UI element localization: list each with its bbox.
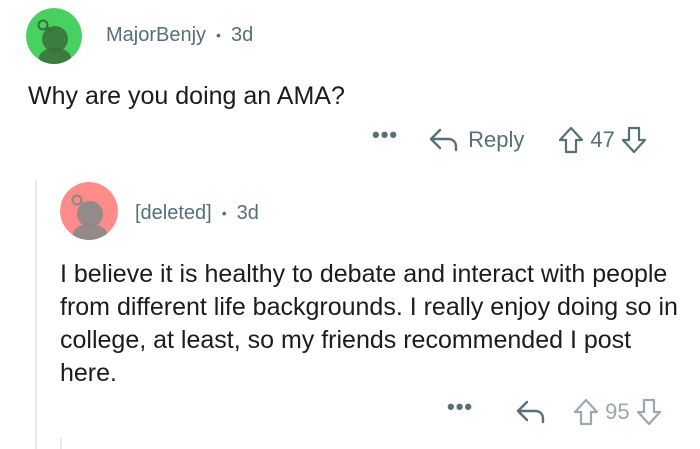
meta-separator: • [221, 204, 227, 221]
snoo-avatar-icon [60, 182, 118, 240]
meta-separator: • [216, 26, 221, 43]
avatar[interactable] [26, 8, 82, 64]
child-thread-line[interactable] [60, 438, 62, 449]
comment-meta: MajorBenjy • 3d [106, 24, 253, 47]
upvote-arrow-icon[interactable] [573, 398, 599, 426]
vote-score: 95 [605, 399, 630, 424]
more-options-button[interactable]: ••• [447, 394, 473, 420]
username[interactable]: [deleted] [135, 202, 212, 225]
comment-age: 3d [230, 24, 254, 46]
vote-control: 95 [573, 398, 661, 426]
comment-text: Why are you doing an AMA? [28, 82, 345, 110]
reply-meta: [deleted] • 3d [135, 202, 259, 225]
top-comment: MajorBenjy • 3d Why are you doing an AMA… [0, 0, 700, 180]
more-options-button[interactable]: ••• [372, 122, 398, 148]
snoo-avatar-icon [26, 8, 82, 64]
avatar[interactable] [60, 182, 118, 240]
comment-actions: ••• Reply 47 [372, 122, 647, 158]
reply-arrow-icon[interactable] [515, 399, 545, 425]
reply-arrow-icon [429, 128, 458, 152]
reply-actions: ••• 95 [447, 394, 662, 430]
thread-line[interactable] [35, 180, 37, 449]
reply-age: 3d [236, 202, 259, 224]
vote-score: 47 [590, 127, 615, 152]
username[interactable]: MajorBenjy [106, 24, 206, 47]
reply-label: Reply [468, 127, 525, 152]
downvote-arrow-icon[interactable] [621, 126, 647, 154]
downvote-arrow-icon[interactable] [636, 398, 662, 426]
vote-control: 47 [558, 126, 646, 154]
reply-text: I believe it is healthy to debate and in… [60, 260, 678, 387]
upvote-arrow-icon[interactable] [558, 126, 584, 154]
reply-button[interactable]: Reply [428, 127, 524, 153]
